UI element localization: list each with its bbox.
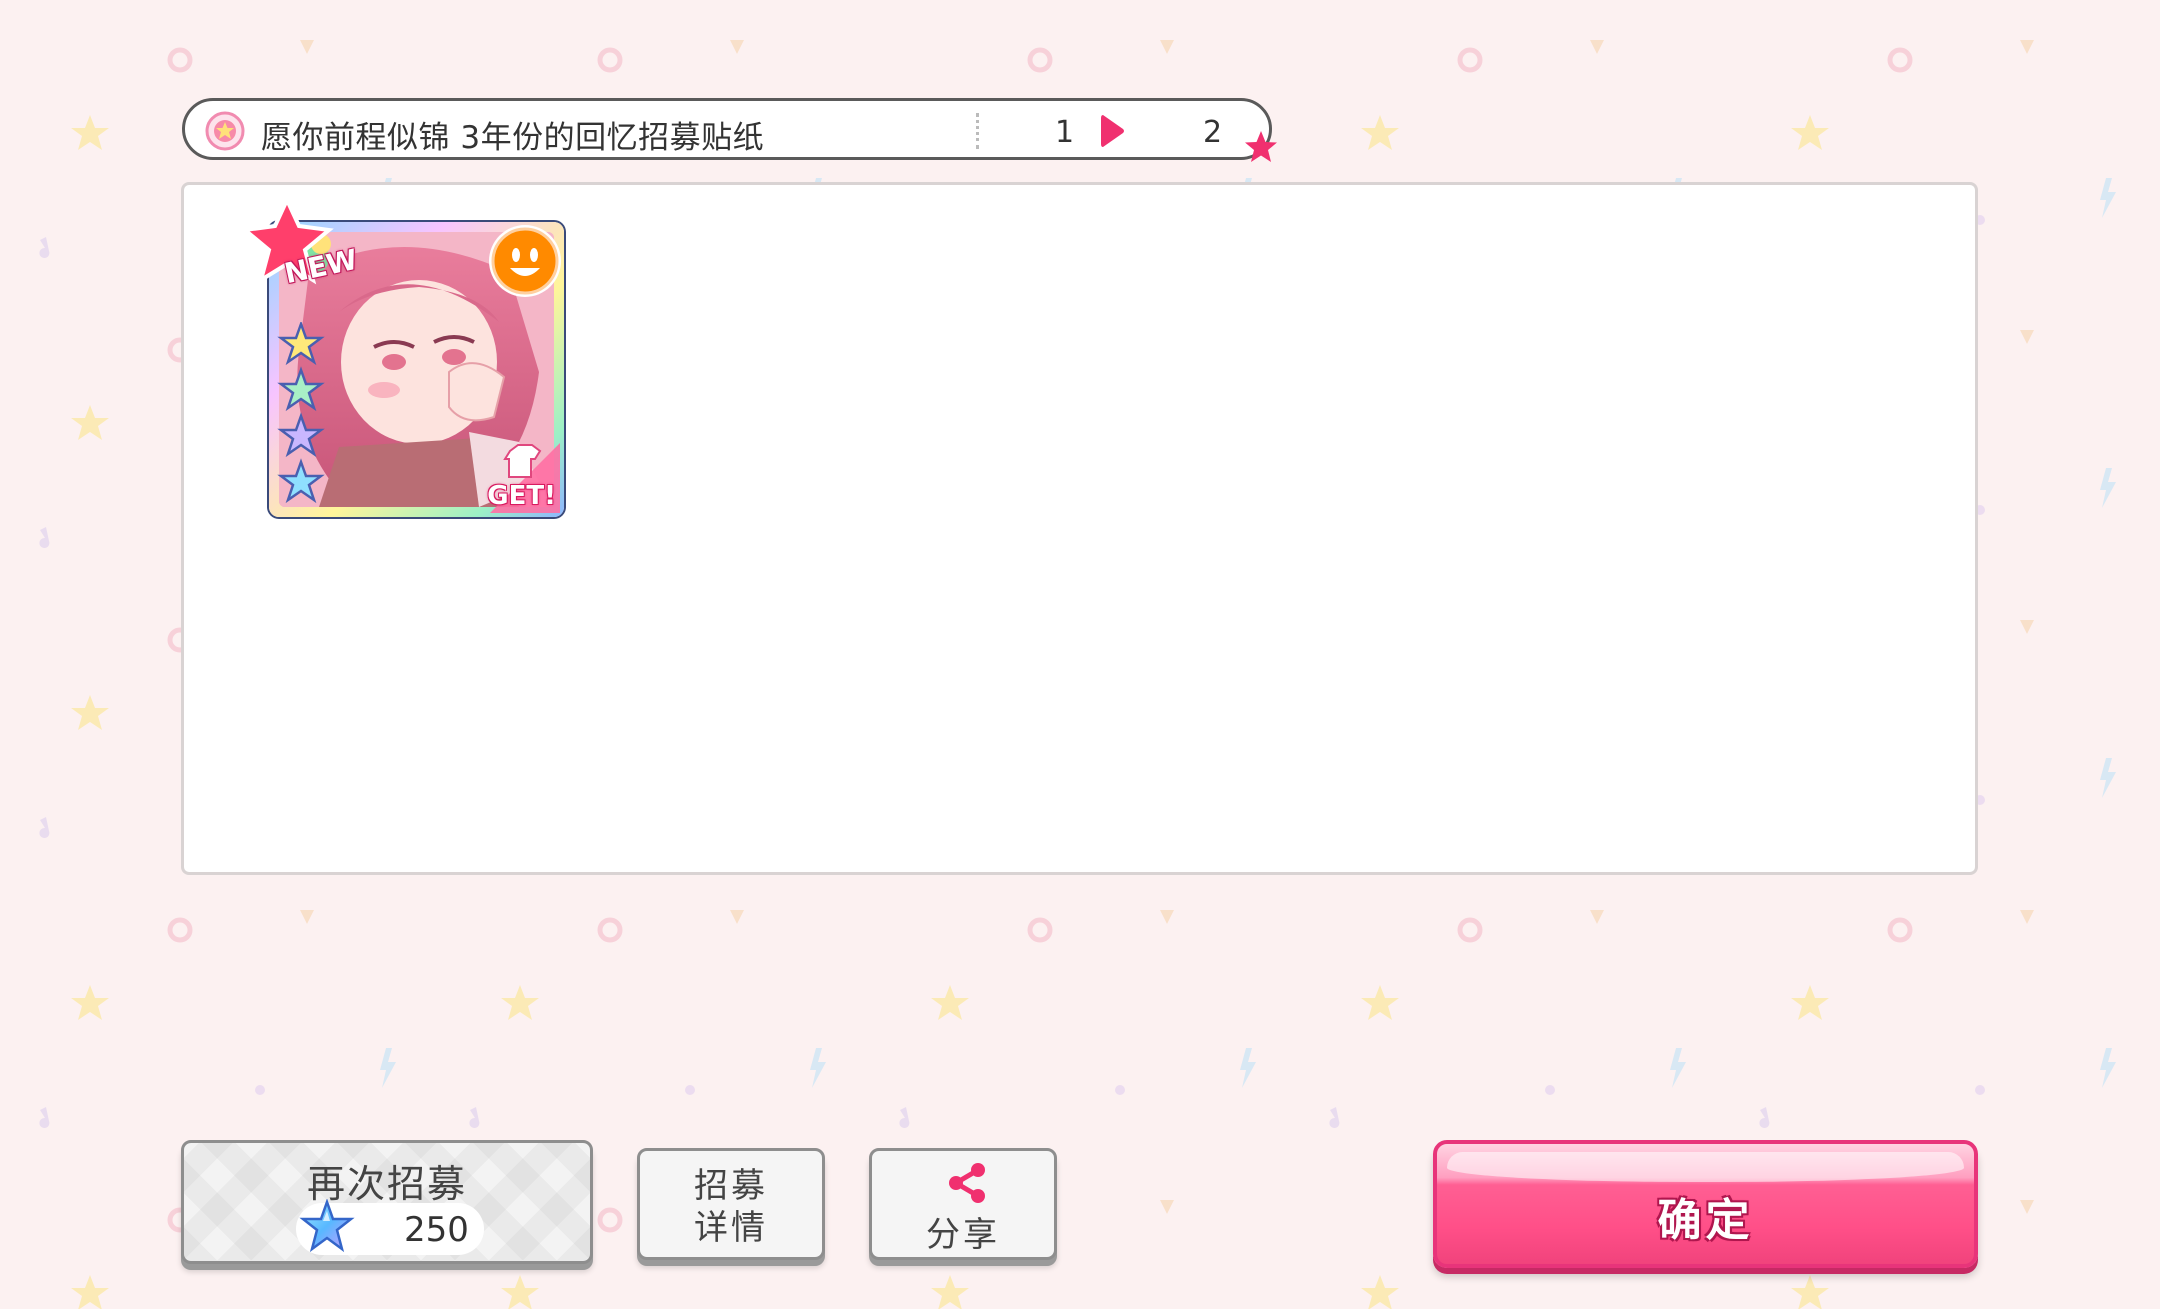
page-total: 2 bbox=[1203, 115, 1223, 150]
confirm-button[interactable]: 确定 bbox=[1433, 1140, 1978, 1268]
page-current: 1 bbox=[1055, 115, 1075, 150]
results-panel: GET! NEW bbox=[181, 182, 1978, 875]
share-button[interactable]: 分享 bbox=[869, 1148, 1057, 1260]
next-page-arrow-icon[interactable] bbox=[1099, 112, 1127, 150]
recruit-again-button[interactable]: 再次招募 250 bbox=[181, 1140, 593, 1264]
confirm-label: 确定 bbox=[1657, 1195, 1754, 1246]
result-card[interactable]: GET! NEW bbox=[240, 196, 564, 517]
star-gem-icon bbox=[299, 1199, 355, 1253]
star-icon bbox=[1245, 131, 1277, 162]
sticker-badge-icon bbox=[205, 111, 245, 151]
gacha-name: 愿你前程似锦 3年份的回忆招募贴纸 bbox=[261, 120, 765, 156]
get-label: GET! bbox=[487, 481, 556, 511]
recruit-again-label: 再次招募 bbox=[306, 1162, 467, 1206]
button-shine bbox=[1447, 1152, 1964, 1182]
share-label: 分享 bbox=[926, 1215, 1000, 1255]
happy-attribute-icon bbox=[489, 225, 561, 297]
header-divider bbox=[976, 113, 979, 149]
rarity-stars bbox=[277, 322, 325, 504]
recruit-detail-label: 招募 详情 bbox=[694, 1166, 768, 1248]
gacha-title-bar: 愿你前程似锦 3年份的回忆招募贴纸 1 2 bbox=[182, 98, 1277, 162]
share-icon bbox=[949, 1163, 985, 1203]
recruit-detail-button[interactable]: 招募 详情 bbox=[637, 1148, 825, 1260]
recruit-cost: 250 bbox=[404, 1210, 469, 1250]
